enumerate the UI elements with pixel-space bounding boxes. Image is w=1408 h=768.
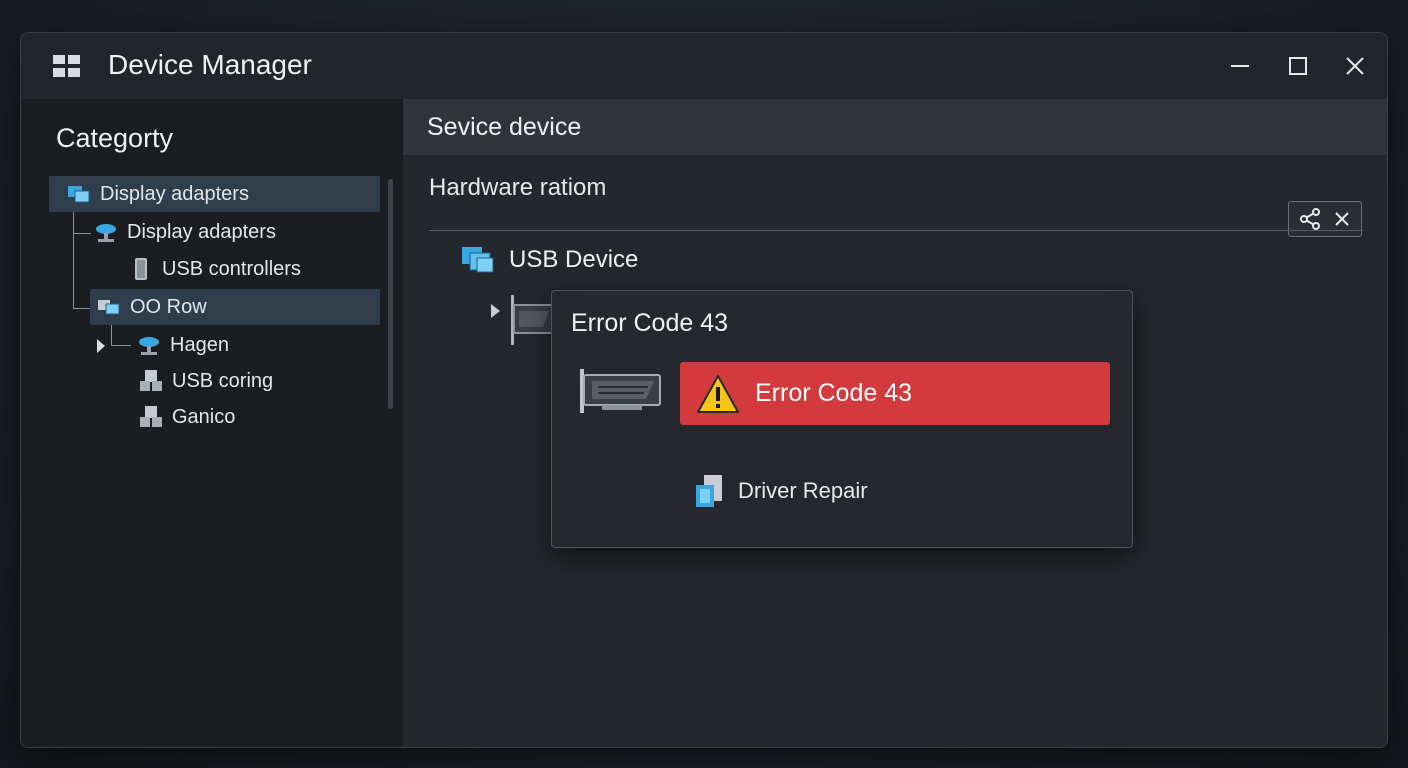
minimize-icon bbox=[1231, 65, 1249, 67]
app-grid-icon bbox=[53, 55, 83, 79]
usb-hub-icon bbox=[140, 370, 162, 391]
usb-stick-icon bbox=[135, 258, 147, 280]
display-adapter-icon bbox=[98, 300, 120, 315]
tree-connector bbox=[73, 211, 74, 309]
tree-item-oo-row[interactable]: OO Row bbox=[90, 289, 380, 325]
tree-connector bbox=[111, 345, 131, 346]
expand-arrow-icon[interactable] bbox=[95, 337, 107, 355]
tree-item-display-adapters-child[interactable]: Display adapters bbox=[94, 214, 276, 250]
usb-hub-icon bbox=[140, 406, 162, 427]
graphics-card-icon bbox=[511, 295, 553, 345]
usb-device-label: USB Device bbox=[509, 246, 639, 273]
sidebar-heading: Categorty bbox=[56, 123, 174, 153]
usb-device-item[interactable]: USB Device bbox=[461, 240, 638, 280]
tree-item-label: OO Row bbox=[130, 295, 207, 318]
tree-item-label: USB coring bbox=[172, 369, 274, 392]
title-bar: Device Manager bbox=[21, 33, 1387, 99]
driver-repair-button[interactable]: Driver Repair bbox=[692, 471, 868, 511]
close-button[interactable] bbox=[1338, 49, 1372, 83]
tree-item-usb-controllers[interactable]: USB controllers bbox=[129, 251, 301, 287]
usb-device-icon bbox=[462, 247, 494, 273]
tree-item-hagen[interactable]: Hagen bbox=[137, 327, 229, 363]
error-popup: Error Code 43 Error Code 43 Driver Repai… bbox=[551, 290, 1133, 548]
window-title: Device Manager bbox=[108, 49, 312, 80]
category-sidebar: Categorty Display adapters Display adapt… bbox=[21, 99, 403, 747]
tree-connector bbox=[73, 233, 91, 234]
tree-item-ganico[interactable]: Ganico bbox=[139, 399, 235, 435]
main-header-title: Sevice device bbox=[427, 113, 582, 141]
driver-repair-icon bbox=[696, 475, 722, 507]
section-title: Hardware ratiom bbox=[429, 174, 607, 201]
tree-connector bbox=[73, 308, 91, 309]
tree-item-label: Display adapters bbox=[100, 182, 249, 205]
tree-item-usb-coring[interactable]: USB coring bbox=[139, 363, 273, 399]
graphics-card-icon bbox=[580, 369, 661, 413]
tree-item-label: Hagen bbox=[170, 333, 229, 356]
expand-arrow-icon[interactable] bbox=[489, 302, 503, 320]
tree-item-label: Display adapters bbox=[127, 220, 276, 243]
display-adapter-icon bbox=[68, 186, 90, 203]
close-icon bbox=[1346, 57, 1364, 75]
panel-actions bbox=[1288, 201, 1362, 237]
minimize-button[interactable] bbox=[1223, 49, 1257, 83]
error-banner: Error Code 43 bbox=[680, 362, 1110, 425]
device-manager-window: Device Manager Categorty Display adapter… bbox=[20, 32, 1388, 748]
warning-icon bbox=[697, 374, 739, 413]
network-icon bbox=[96, 224, 116, 242]
sidebar-scrollbar[interactable] bbox=[388, 179, 393, 409]
tree-item-label: Ganico bbox=[172, 405, 236, 428]
tree-item-display-adapters[interactable]: Display adapters bbox=[49, 176, 380, 212]
popup-title: Error Code 43 bbox=[571, 309, 729, 337]
network-icon bbox=[139, 337, 159, 355]
driver-repair-label: Driver Repair bbox=[738, 478, 868, 503]
main-header: Sevice device bbox=[403, 99, 1387, 155]
error-code-label: Error Code 43 bbox=[755, 379, 913, 407]
section-divider bbox=[429, 230, 1363, 231]
tree-connector bbox=[111, 323, 112, 345]
maximize-button[interactable] bbox=[1281, 49, 1315, 83]
maximize-icon bbox=[1289, 57, 1307, 75]
tree-item-label: USB controllers bbox=[162, 257, 301, 280]
